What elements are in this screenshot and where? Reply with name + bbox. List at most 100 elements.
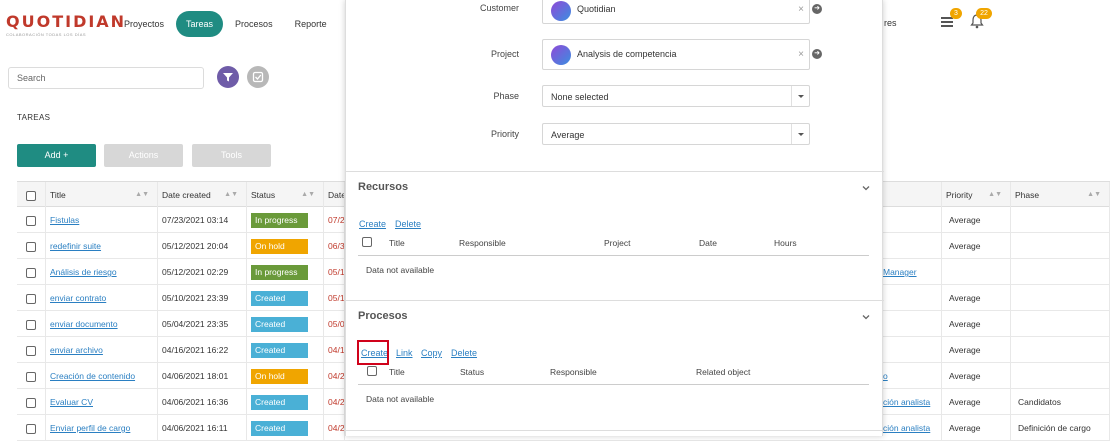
row-checkbox[interactable] bbox=[26, 267, 36, 278]
filter-button[interactable] bbox=[217, 66, 239, 88]
priority-value: Average bbox=[949, 423, 981, 433]
row-date-cell: 05/04/2021 23:35 bbox=[158, 311, 247, 337]
row-phase-cell bbox=[1011, 337, 1110, 363]
row-phase-cell bbox=[1011, 363, 1110, 389]
date-created: 05/12/2021 02:29 bbox=[162, 267, 229, 277]
row-date-cell: 04/06/2021 16:36 bbox=[158, 389, 247, 415]
header-status[interactable]: Status ▲▼ bbox=[247, 182, 324, 208]
procesos-copy-link[interactable]: Copy bbox=[421, 348, 442, 358]
related-link[interactable]: ción analista bbox=[883, 423, 930, 433]
highlight-box bbox=[357, 340, 389, 365]
project-avatar bbox=[551, 45, 571, 65]
header-date[interactable]: Date bbox=[324, 182, 345, 208]
related-link[interactable]: o bbox=[883, 371, 888, 381]
row-priority-cell: Average bbox=[942, 415, 1011, 441]
clear-project-icon[interactable]: × bbox=[798, 49, 804, 60]
row-checkbox[interactable] bbox=[26, 423, 36, 434]
row-checkbox[interactable] bbox=[26, 215, 36, 226]
row-status-cell: In progress bbox=[247, 259, 324, 285]
row-status-cell: In progress bbox=[247, 207, 324, 233]
row-date-cell: 05/12/2021 20:04 bbox=[158, 233, 247, 259]
priority-select[interactable]: Average bbox=[542, 123, 810, 145]
row-checkbox[interactable] bbox=[26, 371, 36, 382]
row-date-cell: 05/12/2021 02:29 bbox=[158, 259, 247, 285]
procesos-delete-link[interactable]: Delete bbox=[451, 348, 477, 358]
row-related-cell: ción analista bbox=[883, 389, 942, 415]
row-priority-cell: Average bbox=[942, 389, 1011, 415]
recursos-select-all-checkbox[interactable] bbox=[362, 237, 372, 247]
add-button[interactable]: Add + bbox=[17, 144, 96, 167]
row-select-cell bbox=[17, 363, 46, 389]
row-title-cell: Análisis de riesgo bbox=[46, 259, 158, 285]
procesos-title[interactable]: Procesos bbox=[358, 310, 408, 322]
related-link[interactable]: Manager bbox=[883, 267, 917, 277]
phase-select[interactable]: None selected bbox=[542, 85, 810, 107]
task-title-link[interactable]: Evaluar CV bbox=[50, 397, 93, 407]
row-status-cell: Created bbox=[247, 415, 324, 441]
nav-item-partial[interactable]: res bbox=[884, 18, 897, 28]
task-title-link[interactable]: enviar documento bbox=[50, 319, 118, 329]
task-title-link[interactable]: Enviar perfil de cargo bbox=[50, 423, 130, 433]
tools-button[interactable]: Tools bbox=[192, 144, 271, 167]
header-title[interactable]: Title ▲▼ bbox=[46, 182, 158, 208]
task-title-link[interactable]: Fistulas bbox=[50, 215, 79, 225]
row-checkbox[interactable] bbox=[26, 345, 36, 356]
row-select-cell bbox=[17, 285, 46, 311]
procesos-select-all-checkbox[interactable] bbox=[367, 366, 377, 376]
procesos-link-link[interactable]: Link bbox=[396, 348, 413, 358]
recursos-delete-link[interactable]: Delete bbox=[395, 219, 421, 229]
app-logo[interactable]: QUOTIDIAN COLABORACIÓN TODAS LOS DÍAS bbox=[6, 12, 126, 37]
row-select-cell bbox=[17, 311, 46, 337]
recursos-col-hours: Hours bbox=[774, 238, 797, 248]
nav-procesos[interactable]: Procesos bbox=[225, 11, 283, 37]
nav-reportes[interactable]: Reporte bbox=[285, 11, 337, 37]
chevron-down-icon[interactable] bbox=[861, 183, 871, 193]
row-due-cell: 04/2 bbox=[324, 389, 345, 415]
related-link[interactable]: ción analista bbox=[883, 397, 930, 407]
priority-value: Average bbox=[949, 371, 981, 381]
row-priority-cell bbox=[942, 259, 1011, 285]
sort-icon: ▲▼ bbox=[224, 191, 238, 198]
clear-customer-icon[interactable]: × bbox=[798, 4, 804, 15]
nav-proyectos[interactable]: Proyectos bbox=[114, 11, 174, 37]
list-count-badge: 3 bbox=[950, 8, 962, 19]
row-status-cell: Created bbox=[247, 285, 324, 311]
header-date-created[interactable]: Date created ▲▼ bbox=[158, 182, 247, 208]
header-phase[interactable]: Phase ▲▼ bbox=[1011, 182, 1110, 208]
row-status-cell: Created bbox=[247, 337, 324, 363]
select-all-checkbox[interactable] bbox=[26, 190, 36, 201]
recursos-title[interactable]: Recursos bbox=[358, 181, 408, 193]
status-badge: Created bbox=[251, 343, 308, 359]
row-checkbox[interactable] bbox=[26, 319, 36, 330]
actions-button[interactable]: Actions bbox=[104, 144, 183, 167]
task-title-link[interactable]: enviar contrato bbox=[50, 293, 106, 303]
row-select-cell bbox=[17, 389, 46, 415]
task-title-link[interactable]: redefinir suite bbox=[50, 241, 101, 251]
row-checkbox[interactable] bbox=[26, 293, 36, 304]
project-field[interactable]: Analysis de competencia × bbox=[542, 39, 810, 70]
row-select-cell bbox=[17, 337, 46, 363]
row-priority-cell: Average bbox=[942, 363, 1011, 389]
task-title-link[interactable]: enviar archivo bbox=[50, 345, 103, 355]
search-input[interactable]: Search bbox=[8, 67, 204, 89]
chevron-down-icon[interactable] bbox=[861, 312, 871, 322]
go-to-project-icon[interactable]: ➜ bbox=[812, 49, 822, 59]
task-title-link[interactable]: Análisis de riesgo bbox=[50, 267, 117, 277]
procesos-empty-message: Data not available bbox=[366, 394, 435, 404]
select-mode-button[interactable] bbox=[247, 66, 269, 88]
row-phase-cell bbox=[1011, 285, 1110, 311]
section-divider bbox=[346, 171, 884, 172]
header-priority[interactable]: Priority ▲▼ bbox=[942, 182, 1011, 208]
row-checkbox[interactable] bbox=[26, 241, 36, 252]
go-to-customer-icon[interactable]: ➜ bbox=[812, 4, 822, 14]
row-checkbox[interactable] bbox=[26, 397, 36, 408]
recursos-create-link[interactable]: Create bbox=[359, 219, 386, 229]
nav-tareas[interactable]: Tareas bbox=[176, 11, 224, 37]
row-related-cell bbox=[883, 285, 942, 311]
priority-value: Average bbox=[949, 319, 981, 329]
task-title-link[interactable]: Creación de contenido bbox=[50, 371, 135, 381]
due-date: 04/2 bbox=[328, 371, 345, 381]
customer-field[interactable]: Quotidian × bbox=[542, 0, 810, 24]
row-related-cell: Manager bbox=[883, 259, 942, 285]
status-badge: On hold bbox=[251, 239, 308, 255]
